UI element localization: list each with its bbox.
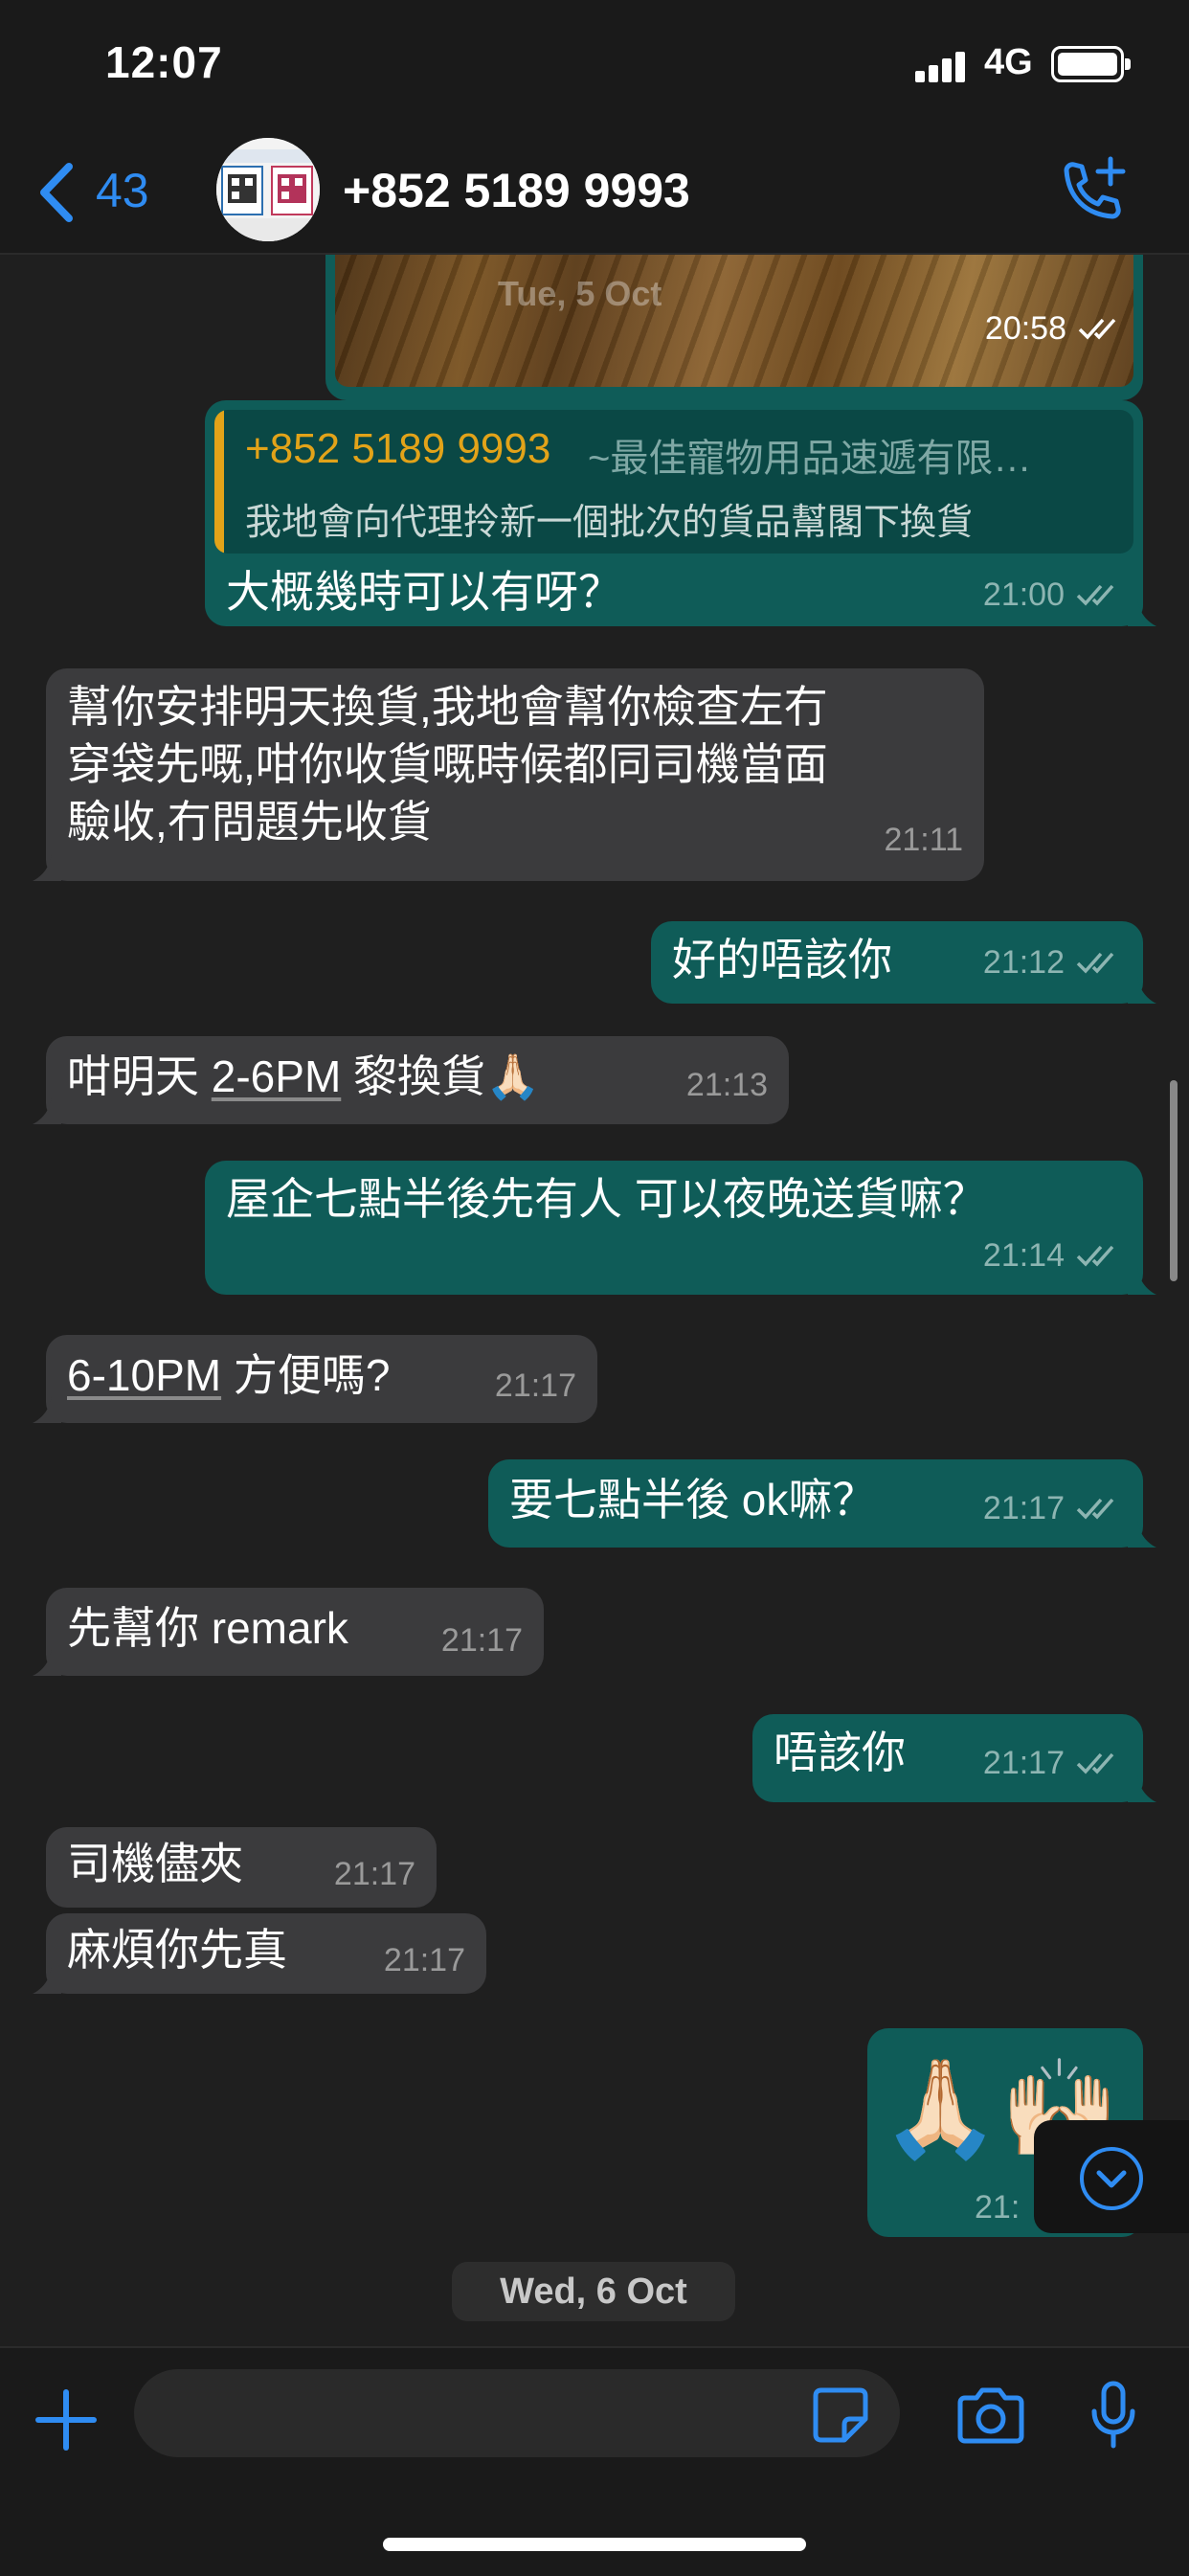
- scrollbar[interactable]: [1170, 1080, 1178, 1281]
- date-separator: Wed, 6 Oct: [452, 2262, 735, 2321]
- chevron-left-icon[interactable]: [33, 159, 80, 226]
- bubble-tail: [33, 1097, 61, 1124]
- plus-icon[interactable]: [33, 2386, 100, 2453]
- incoming-message-bubble[interactable]: 麻煩你先真 21:17: [33, 1913, 486, 1994]
- message-time: 21:17: [982, 1490, 1065, 1526]
- image-message-bubble[interactable]: Tue, 5 Oct 20:58: [325, 255, 1143, 400]
- microphone-icon[interactable]: [1089, 2381, 1137, 2450]
- camera-icon[interactable]: [957, 2384, 1024, 2444]
- status-time: 12:07: [105, 37, 223, 87]
- message-time: 21:17: [383, 1942, 465, 1978]
- message-time: 21:: [975, 2189, 1021, 2226]
- message-time: 21:17: [982, 1745, 1065, 1781]
- double-check-icon: [1076, 584, 1114, 606]
- message-time: 21:17: [440, 1622, 523, 1659]
- incoming-message-bubble[interactable]: 先幫你 remark 21:17: [33, 1588, 544, 1676]
- message-text: 咁明天 2-6PM 黎換貨🙏🏻: [67, 1048, 540, 1105]
- bubble-tail: [33, 854, 61, 881]
- bubble-tail: [1128, 599, 1156, 626]
- message-time: 21:14: [982, 1237, 1065, 1274]
- outgoing-message-bubble[interactable]: 屋企七點半後先有人 可以夜晚送貨嘛？ 21:14: [205, 1161, 1156, 1295]
- add-call-icon[interactable]: [1053, 153, 1130, 230]
- incoming-message-bubble[interactable]: 6-10PM 方便嗎? 21:17: [33, 1335, 597, 1423]
- incoming-message-bubble[interactable]: 咁明天 2-6PM 黎換貨🙏🏻 21:13: [33, 1036, 789, 1124]
- battery-icon: [1051, 46, 1131, 82]
- message-text: 好的唔該你: [672, 935, 892, 984]
- message-list[interactable]: Tue, 5 Oct 20:58 +852 5189 9993 ~最佳寵物用品速…: [0, 255, 1189, 2346]
- bubble-tail: [33, 1649, 61, 1676]
- quoted-message[interactable]: +852 5189 9993 ~最佳寵物用品速遞有限… 我地會向代理拎新一個批次…: [214, 410, 1133, 554]
- bubble-tail: [1128, 977, 1156, 1004]
- chat-header: 43 +852 5189 9993: [0, 134, 1189, 255]
- message-text: 唔該你: [774, 1728, 906, 1777]
- message-input[interactable]: [134, 2369, 900, 2457]
- date-separator-label: Wed, 6 Oct: [500, 2271, 687, 2312]
- qr-code-avatar-image: [216, 138, 320, 241]
- outgoing-message-bubble[interactable]: 唔該你 21:17: [752, 1714, 1156, 1802]
- scroll-to-bottom-button[interactable]: [1034, 2120, 1189, 2233]
- photo-date-overlay: Tue, 5 Oct: [498, 274, 662, 313]
- sticker-icon[interactable]: [812, 2386, 869, 2444]
- avatar[interactable]: [216, 138, 320, 241]
- time-range-link[interactable]: 6-10PM: [67, 1350, 221, 1400]
- message-time: 21:12: [982, 944, 1065, 981]
- message-line: 幫你安排明天換貨,我地會幫你檢查左冇: [67, 682, 828, 732]
- contact-name[interactable]: +852 5189 9993: [343, 163, 690, 218]
- time-range-link[interactable]: 2-6PM: [212, 1051, 341, 1101]
- incoming-message-bubble[interactable]: 幫你安排明天換貨,我地會幫你檢查左冇 穿袋先嘅,咁你收貨嘅時候都同司機當面 驗收…: [33, 668, 984, 881]
- message-text: 6-10PM 方便嗎?: [67, 1346, 390, 1404]
- bubble-tail: [1128, 1268, 1156, 1295]
- message-text: 先幫你 remark: [67, 1603, 348, 1653]
- bubble-tail: [1128, 1775, 1156, 1802]
- message-time: 21:11: [884, 822, 963, 858]
- quote-sender: +852 5189 9993: [245, 425, 551, 472]
- status-bar: 12:07 4G: [0, 0, 1189, 134]
- double-check-icon: [1076, 952, 1114, 974]
- outgoing-message-bubble[interactable]: 好的唔該你 21:12: [651, 921, 1156, 1004]
- outgoing-message-bubble[interactable]: 要七點半後 ok嘛？ 21:17: [488, 1459, 1156, 1548]
- double-check-icon: [1076, 1245, 1114, 1267]
- home-indicator: [383, 2538, 806, 2551]
- message-time: 20:58: [984, 310, 1066, 347]
- chevron-down-circle-icon: [1080, 2147, 1143, 2210]
- bubble-tail: [1128, 1521, 1156, 1548]
- message-text: 大概幾時可以有呀？: [226, 567, 622, 617]
- quote-sender-tag: ~最佳寵物用品速遞有限…: [588, 438, 1032, 480]
- outgoing-message-bubble[interactable]: +852 5189 9993 ~最佳寵物用品速遞有限… 我地會向代理拎新一個批次…: [205, 400, 1156, 626]
- back-unread-count[interactable]: 43: [96, 163, 149, 218]
- signal-icon: [915, 52, 965, 82]
- message-time: 21:13: [685, 1067, 768, 1103]
- double-check-icon: [1076, 1752, 1114, 1774]
- message-line: 驗收,冇問題先收貨: [67, 797, 432, 847]
- message-text: 司機儘夾: [67, 1839, 243, 1888]
- message-text: 麻煩你先真: [67, 1925, 287, 1975]
- message-text: 屋企七點半後先有人 可以夜晚送貨嘛？: [226, 1174, 987, 1224]
- double-check-icon: [1076, 1498, 1114, 1520]
- bubble-tail: [33, 1967, 61, 1994]
- quote-text: 我地會向代理拎新一個批次的貨品幫閣下換貨: [245, 503, 974, 543]
- message-text-part: 黎換貨🙏🏻: [341, 1051, 541, 1101]
- message-time: 21:17: [494, 1367, 576, 1404]
- quote-accent-bar: [214, 410, 224, 554]
- composer-bar: [0, 2346, 1189, 2576]
- incoming-message-bubble[interactable]: 司機儘夾 21:17: [46, 1827, 437, 1908]
- message-text-part: 咁明天: [67, 1051, 212, 1101]
- message-line: 穿袋先嘅,咁你收貨嘅時候都同司機當面: [67, 739, 828, 789]
- message-time: 21:17: [333, 1856, 415, 1892]
- bubble-tail: [33, 1396, 61, 1423]
- message-time: 21:00: [982, 576, 1065, 613]
- network-type: 4G: [984, 42, 1033, 82]
- message-text: 要七點半後 ok嘛？: [509, 1475, 877, 1525]
- message-text-part: 方便嗎?: [221, 1350, 391, 1400]
- double-check-icon: [1078, 318, 1116, 340]
